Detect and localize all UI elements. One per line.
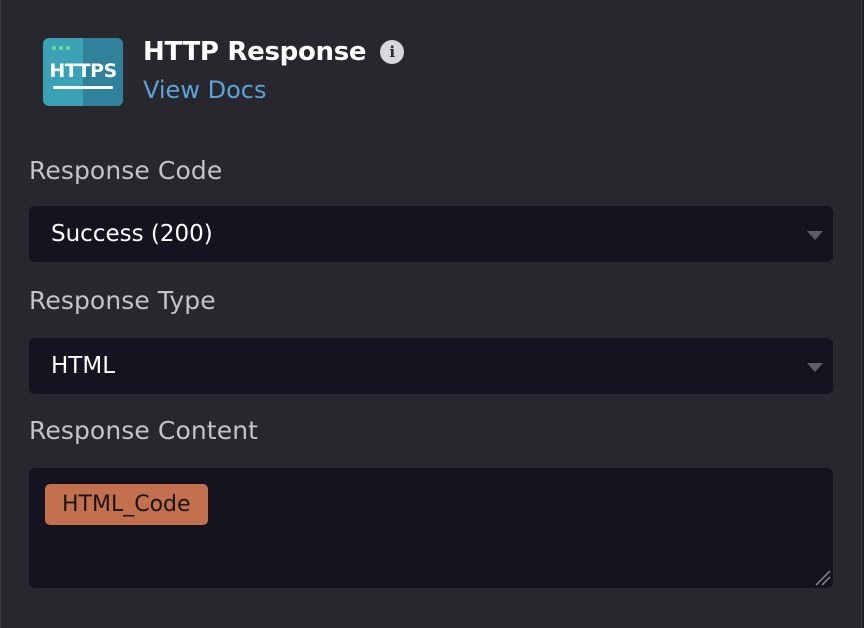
response-content-label: Response Content [29, 416, 259, 445]
response-type-value: HTML [51, 353, 116, 379]
response-type-label: Response Type [29, 286, 216, 315]
resize-handle-icon[interactable] [813, 568, 831, 586]
title-block: HTTP Response i View Docs [143, 36, 405, 104]
icon-label: HTTPS [49, 60, 117, 82]
view-docs-link[interactable]: View Docs [143, 76, 404, 104]
https-app-icon: HTTPS [43, 38, 123, 106]
response-type-select[interactable]: HTML [29, 338, 833, 394]
chevron-down-icon [807, 231, 823, 240]
response-code-value: Success (200) [51, 221, 213, 247]
title-row: HTTP Response i [143, 36, 405, 68]
http-response-panel: HTTPS HTTP Response i View Docs Response… [0, 0, 862, 628]
response-code-label: Response Code [29, 156, 223, 185]
icon-underline [53, 86, 113, 89]
response-content-input[interactable]: HTML_Code [29, 468, 833, 588]
variable-token-chip[interactable]: HTML_Code [45, 484, 208, 525]
node-header: HTTPS HTTP Response i View Docs [43, 36, 405, 106]
node-title: HTTP Response [143, 37, 367, 67]
icon-window-dots [52, 46, 70, 50]
info-icon[interactable]: i [380, 40, 405, 64]
chevron-down-icon [807, 363, 823, 372]
response-code-select[interactable]: Success (200) [29, 206, 833, 262]
